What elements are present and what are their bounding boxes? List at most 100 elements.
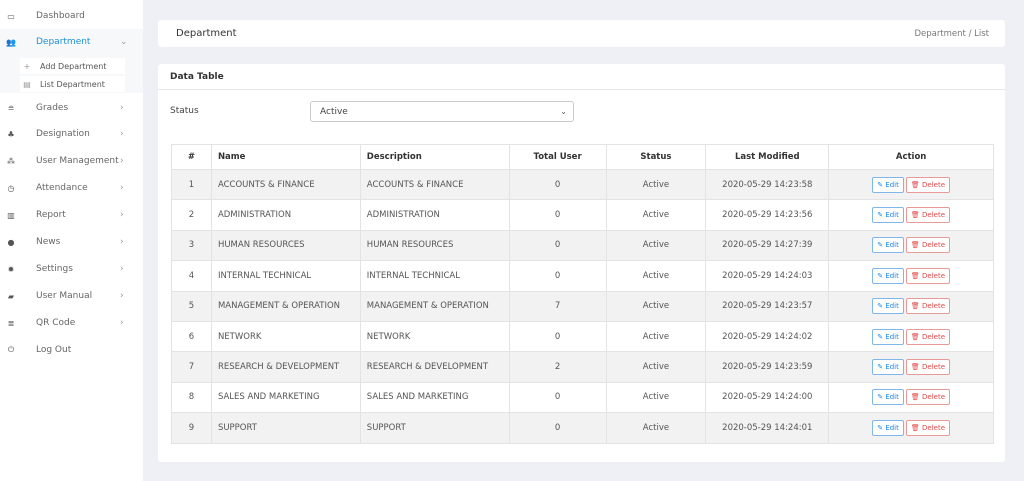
submenu-item-list-department[interactable]: ▤ List Department: [20, 76, 125, 92]
description-cell: SALES AND MARKETING: [359, 381, 510, 414]
name-cell: ADMINISTRATION: [210, 199, 361, 231]
breadcrumb[interactable]: Department / List: [914, 29, 989, 39]
sidebar-item-label: News: [36, 237, 61, 247]
description-cell: RESEARCH & DEVELOPMENT: [359, 351, 510, 383]
delete-label: Delete: [922, 302, 945, 311]
delete-button[interactable]: 🗑 Delete: [905, 207, 950, 224]
edit-button[interactable]: ✎ Edit: [872, 359, 904, 376]
last-modified-cell: 2020-05-29 14:24:03: [705, 260, 830, 292]
chevron-right-icon: ›: [120, 129, 124, 139]
pencil-icon: ✎: [877, 302, 884, 311]
edit-button[interactable]: ✎ Edit: [872, 237, 904, 254]
name-cell: RESEARCH & DEVELOPMENT: [210, 351, 361, 383]
action-cell: ✎ Edit 🗑 Delete: [828, 168, 994, 201]
chevron-right-icon: ›: [120, 264, 124, 274]
delete-button[interactable]: 🗑 Delete: [905, 419, 950, 436]
list-icon: ▤: [23, 79, 31, 89]
delete-button[interactable]: 🗑 Delete: [905, 359, 950, 376]
action-cell: ✎ Edit 🗑 Delete: [828, 290, 994, 322]
trash-icon: 🗑: [910, 211, 920, 220]
delete-button[interactable]: 🗑 Delete: [905, 176, 950, 193]
delete-label: Delete: [922, 271, 945, 280]
name-cell: NETWORK: [210, 320, 361, 353]
sidebar-item-label: Settings: [36, 264, 73, 274]
delete-button[interactable]: 🗑 Delete: [905, 237, 950, 254]
delete-button[interactable]: 🗑 Delete: [905, 328, 950, 345]
edit-button[interactable]: ✎ Edit: [872, 207, 904, 224]
column-header-description[interactable]: Description: [359, 144, 510, 170]
sidebar-item-designation[interactable]: ♣ Designation ›: [0, 121, 143, 147]
edit-button[interactable]: ✎ Edit: [872, 419, 904, 436]
name-cell: HUMAN RESOURCES: [210, 229, 361, 262]
column-header-status[interactable]: Status: [605, 144, 707, 170]
chevron-right-icon: ›: [120, 318, 124, 328]
last-modified-cell: 2020-05-29 14:23:58: [705, 168, 830, 201]
status-select[interactable]: Active ⌄: [310, 101, 574, 122]
delete-label: Delete: [922, 393, 945, 402]
column-header-total-user[interactable]: Total User: [508, 144, 607, 170]
chevron-right-icon: ›: [120, 237, 124, 247]
row-number: 6: [171, 320, 212, 353]
sidebar-item-label: Log Out: [36, 345, 72, 355]
column-header-name[interactable]: Name: [210, 144, 361, 170]
table-row: 2 ADMINISTRATION ADMINISTRATION 0 Active 2020…: [171, 199, 994, 231]
sidebar-item-log-out[interactable]: ⏻ Log Out: [0, 337, 143, 363]
sidebar-item-qr-code[interactable]: ≣ QR Code ›: [0, 310, 143, 336]
total-user-cell: 0: [508, 320, 607, 353]
delete-label: Delete: [922, 180, 945, 189]
edit-button[interactable]: ✎ Edit: [872, 176, 904, 193]
edit-button[interactable]: ✎ Edit: [872, 389, 904, 406]
delete-label: Delete: [922, 363, 945, 372]
edit-button[interactable]: ✎ Edit: [872, 267, 904, 284]
column-header-last-modified[interactable]: Last Modified: [705, 144, 830, 170]
sidebar-item-report[interactable]: ▥ Report ›: [0, 202, 143, 228]
delete-button[interactable]: 🗑 Delete: [905, 298, 950, 315]
delete-button[interactable]: 🗑 Delete: [905, 389, 950, 406]
sidebar-item-grades[interactable]: ≘ Grades ›: [0, 95, 143, 121]
total-user-cell: 0: [508, 412, 607, 444]
sidebar-item-attendance[interactable]: ◷ Attendance ›: [0, 175, 143, 201]
submenu-item-add-department[interactable]: + Add Department: [20, 58, 125, 74]
description-cell: HUMAN RESOURCES: [359, 229, 510, 262]
action-cell: ✎ Edit 🗑 Delete: [828, 381, 994, 414]
edit-label: Edit: [885, 302, 899, 311]
main-content: Department Department / List Data Table …: [143, 0, 1024, 481]
trash-icon: 🗑: [910, 271, 920, 280]
status-cell: Active: [605, 381, 707, 414]
sidebar-item-label: QR Code: [36, 318, 76, 328]
sidebar-item-dashboard[interactable]: ▭ Dashboard: [0, 3, 143, 29]
status-select-value: Active: [320, 106, 348, 117]
users-icon: 👥: [6, 37, 16, 47]
sidebar-item-department[interactable]: 👥 Department ⌄: [0, 29, 143, 55]
row-number: 7: [171, 351, 212, 383]
department-table: # Name Description Total User Status Last Mod…: [171, 144, 994, 444]
chevron-right-icon: ›: [120, 156, 124, 166]
sidebar-item-news[interactable]: ● News ›: [0, 229, 143, 255]
edit-button[interactable]: ✎ Edit: [872, 298, 904, 315]
last-modified-cell: 2020-05-29 14:23:59: [705, 351, 830, 383]
pencil-icon: ✎: [877, 211, 884, 220]
sidebar-item-user-manual[interactable]: ▰ User Manual ›: [0, 283, 143, 309]
status-cell: Active: [605, 199, 707, 231]
card-title: Data Table: [158, 64, 1005, 90]
edit-label: Edit: [885, 332, 899, 341]
info-icon: ●: [7, 237, 15, 247]
name-cell: MANAGEMENT & OPERATION: [210, 290, 361, 322]
book-icon: ▰: [7, 291, 15, 301]
sidebar-item-settings[interactable]: ✹ Settings ›: [0, 256, 143, 282]
column-header-[interactable]: #: [171, 144, 212, 170]
edit-button[interactable]: ✎ Edit: [872, 328, 904, 345]
total-user-cell: 0: [508, 229, 607, 262]
name-cell: ACCOUNTS & FINANCE: [210, 168, 361, 201]
table-row: 1 ACCOUNTS & FINANCE ACCOUNTS & FINANCE 0 Ac…: [171, 168, 994, 201]
page-title: Department: [176, 28, 237, 39]
edit-label: Edit: [885, 211, 899, 220]
chevron-right-icon: ›: [120, 210, 124, 220]
status-label: Status: [170, 106, 199, 116]
delete-button[interactable]: 🗑 Delete: [905, 267, 950, 284]
last-modified-cell: 2020-05-29 14:23:57: [705, 290, 830, 322]
column-header-action[interactable]: Action: [828, 144, 994, 170]
delete-label: Delete: [922, 332, 945, 341]
pencil-icon: ✎: [877, 393, 884, 402]
sidebar-item-user-management[interactable]: ⁂ User Management ›: [0, 148, 143, 174]
